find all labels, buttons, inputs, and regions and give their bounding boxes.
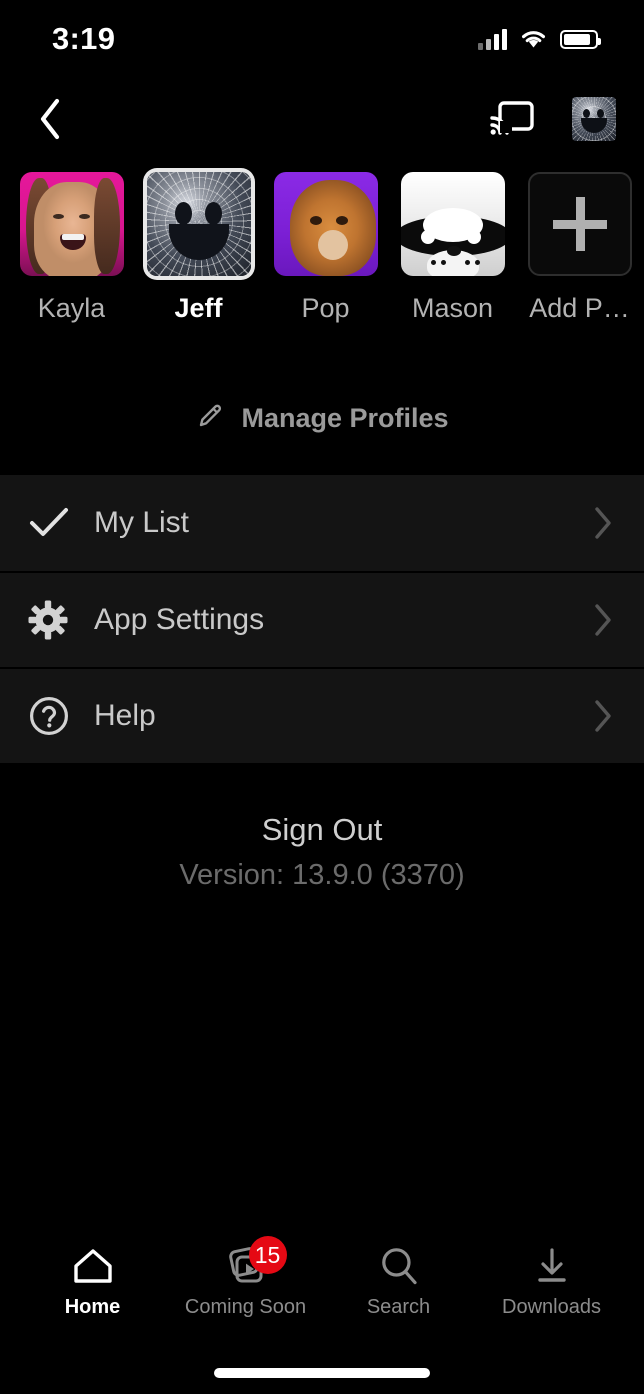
menu-row-app-settings[interactable]: App Settings (0, 571, 644, 667)
eye-left (52, 214, 64, 219)
profile-name: Mason (411, 293, 494, 323)
profile-item-mason[interactable]: Mason (389, 172, 516, 324)
chevron-right-icon (592, 506, 614, 540)
navigation-bar (0, 80, 644, 158)
downloads-icon (532, 1244, 572, 1288)
badge-count: 15 (248, 1236, 287, 1274)
tab-label: Coming Soon (184, 1296, 307, 1318)
pencil-icon (195, 401, 225, 436)
profile-name: Kayla (37, 293, 106, 323)
add-profile-tile[interactable] (527, 172, 632, 276)
cast-icon[interactable] (490, 100, 534, 138)
menu-row-help[interactable]: Help (0, 667, 644, 763)
tab-bar: Home 15 Coming Soon Search Downloads (0, 1236, 644, 1334)
home-indicator[interactable] (214, 1368, 430, 1378)
profile-item-pop[interactable]: Pop (262, 172, 389, 324)
whisker-dot (464, 260, 470, 265)
eye-left (420, 230, 435, 244)
app-screen: 3:19 Kayla Jeff Pop Mason Add P… Manage … (0, 0, 644, 1394)
home-icon (72, 1244, 114, 1288)
header-profile-avatar[interactable] (572, 97, 616, 141)
eye-right (335, 216, 348, 225)
profile-list: Kayla Jeff Pop Mason Add P… (0, 172, 644, 324)
snout (317, 230, 348, 260)
question-circle-icon (28, 695, 80, 737)
eye-left (309, 216, 322, 225)
tab-home[interactable]: Home (23, 1244, 163, 1319)
nose (446, 246, 461, 256)
status-bar-time: 3:19 (52, 21, 116, 56)
menu-label: My List (94, 506, 190, 539)
pop-avatar[interactable] (273, 172, 378, 276)
profile-name: Add P… (529, 293, 630, 323)
eye-left (174, 202, 192, 225)
status-bar: 3:19 (0, 0, 644, 72)
chevron-right-icon (592, 603, 614, 637)
battery-icon (560, 29, 601, 49)
kayla-avatar[interactable] (19, 172, 124, 276)
navigation-actions (490, 97, 616, 141)
profile-item-kayla[interactable]: Kayla (8, 172, 135, 324)
add-profile-plus-icon (552, 197, 607, 251)
footer-section: Sign Out Version: 13.9.0 (3370) (0, 812, 644, 892)
menu-label: Help (94, 699, 156, 732)
settings-menu: My List App Settings Help (0, 475, 644, 763)
eye-right (78, 214, 90, 219)
hair-right (93, 178, 120, 274)
tab-downloads[interactable]: Downloads (482, 1244, 622, 1319)
jeff-avatar[interactable] (146, 172, 251, 276)
cellular-bars-icon (478, 28, 507, 50)
whisker-dot (440, 260, 446, 265)
check-icon (28, 506, 80, 540)
tab-label: Downloads (502, 1296, 601, 1318)
status-bar-indicators (478, 28, 601, 50)
back-button[interactable] (30, 95, 70, 143)
tab-search[interactable]: Search (329, 1244, 469, 1319)
eye-right (466, 230, 481, 244)
version-label: Version: 13.9.0 (3370) (179, 859, 465, 891)
tab-label: Search (366, 1296, 431, 1318)
orangutan-head (289, 180, 376, 276)
manage-profiles-label: Manage Profiles (241, 402, 449, 433)
manage-profiles-button[interactable]: Manage Profiles (0, 396, 644, 440)
coming-soon-icon: 15 (223, 1236, 287, 1288)
whisker-dot (474, 260, 480, 265)
wifi-icon (520, 29, 547, 49)
menu-row-my-list[interactable]: My List (0, 475, 644, 571)
whisker-dot (430, 260, 436, 265)
profile-name: Pop (301, 293, 350, 323)
profile-item-add-profile[interactable]: Add P… (516, 172, 643, 324)
tab-label: Home (64, 1296, 121, 1318)
profile-item-jeff[interactable]: Jeff (135, 172, 262, 324)
profile-name: Jeff (174, 293, 223, 323)
gear-icon (28, 600, 80, 640)
search-icon (378, 1244, 420, 1288)
chevron-right-icon (592, 699, 614, 733)
tab-coming-soon[interactable]: 15 Coming Soon (176, 1236, 316, 1319)
mason-avatar[interactable] (400, 172, 505, 276)
sign-out-button[interactable]: Sign Out (0, 812, 644, 848)
eye-right (204, 202, 222, 225)
menu-label: App Settings (94, 603, 265, 636)
